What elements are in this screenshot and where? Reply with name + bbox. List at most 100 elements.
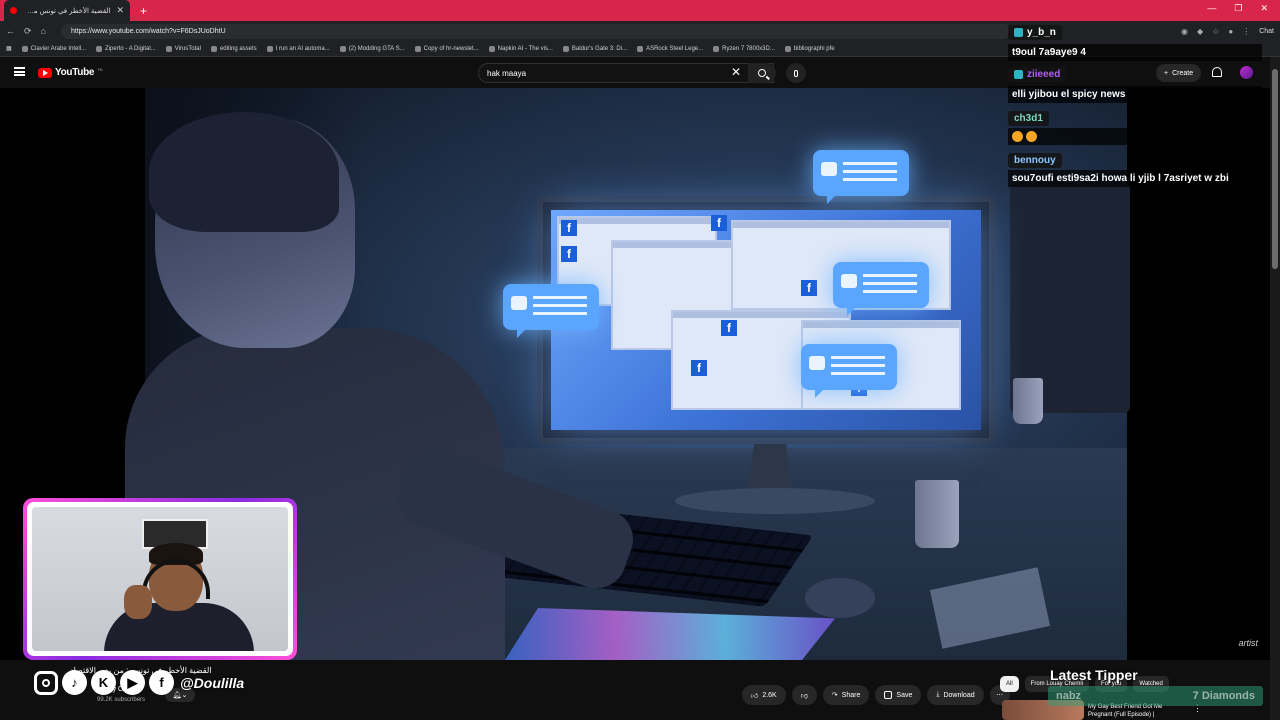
bookmark-label: Ziperto - A Digital... xyxy=(105,45,156,52)
bookmark-favicon-icon xyxy=(210,45,217,52)
chat-text xyxy=(1008,128,1262,146)
more-icon: ⋯ xyxy=(996,692,1004,699)
minimize-icon[interactable]: — xyxy=(1207,3,1216,14)
search-button[interactable] xyxy=(748,63,776,83)
chat-message: bennouy sou7oufi esti9sa2i howa li yjib l… xyxy=(1008,150,1262,188)
share-label: Share xyxy=(841,691,861,699)
bookmark-item[interactable]: VirusTotal xyxy=(165,45,201,52)
bookmark-item[interactable]: Napkin AI - The vis... xyxy=(488,45,553,52)
url-field[interactable]: https://www.youtube.com/watch?v=F6DsJUoD… xyxy=(60,23,1011,39)
social-handle: @Doulilla xyxy=(180,674,245,691)
logo-text: YouTube xyxy=(55,67,95,78)
mic-icon xyxy=(794,69,798,77)
scroll-thumb[interactable] xyxy=(1272,69,1278,269)
kick-icon: K xyxy=(91,670,116,695)
bookmark-favicon-icon xyxy=(637,45,644,52)
browser-tab[interactable]: القضية الأخطر في تونس من ر... ✕ xyxy=(4,0,130,21)
bookmark-item[interactable]: editing assets xyxy=(210,45,257,52)
bookmark-item[interactable]: Baldur's Gate 3: Di... xyxy=(562,45,627,52)
chat-username: ch3d1 xyxy=(1008,111,1049,126)
bookmark-label: Clavier Arabe Intell... xyxy=(30,45,87,52)
bookmark-label: bibliographi pfe xyxy=(793,45,835,52)
bookmark-favicon-icon xyxy=(96,45,103,52)
notification-bubble-icon xyxy=(801,344,897,398)
bookmark-favicon-icon xyxy=(21,45,28,52)
bookmark-item[interactable]: Ziperto - A Digital... xyxy=(96,45,156,52)
bookmark-item[interactable]: Copy of hr-newslet... xyxy=(414,45,479,52)
close-tab-icon[interactable]: ✕ xyxy=(116,5,124,16)
window-controls: — ❐ ✕ xyxy=(1207,3,1268,14)
browser-tabbar: القضية الأخطر في تونس من ر... ✕ + — ❐ ✕ xyxy=(0,0,1280,21)
bookmark-favicon-icon xyxy=(339,45,346,52)
youtube-logo[interactable]: YouTube TN xyxy=(38,67,103,78)
watermark-signature: artist xyxy=(1238,638,1258,648)
chat-badge-icon xyxy=(1014,70,1023,79)
bookmark-item[interactable]: ASRock Steel Lege... xyxy=(637,45,703,52)
voice-search-button[interactable] xyxy=(786,63,806,83)
menu-icon[interactable] xyxy=(14,67,25,76)
bookmark-item[interactable]: Clavier Arabe Intell... xyxy=(21,45,87,52)
chat-username-text: bennouy xyxy=(1014,155,1056,167)
youtube-play-icon xyxy=(38,67,52,78)
new-tab-icon[interactable]: + xyxy=(140,4,147,18)
share-icon: ↷ xyxy=(831,692,838,699)
download-icon: ⤓ xyxy=(936,691,940,698)
chat-bubble-icon xyxy=(503,284,599,338)
webcam-feed xyxy=(32,507,288,651)
download-button[interactable]: ⤓ Download xyxy=(927,685,984,705)
social-links-overlay: ♪ K ▶ f @Doulilla xyxy=(34,670,244,695)
clear-search-icon[interactable]: ✕ xyxy=(731,66,741,78)
monitor-screen: f f f f f f f xyxy=(551,210,981,430)
bookmark-label: I run an AI automa... xyxy=(275,45,330,52)
download-label: Download xyxy=(943,691,975,699)
save-button[interactable]: Save xyxy=(875,685,922,705)
bookmark-item[interactable]: (2) Modding GTA S... xyxy=(339,45,405,52)
like-button[interactable]: 👍︎ 2.6K xyxy=(742,685,786,705)
mouse xyxy=(805,578,875,618)
notification-bubble-icon xyxy=(833,262,929,316)
home-icon[interactable]: ⌂ xyxy=(41,26,46,36)
facebook-icon: f xyxy=(691,360,707,376)
search-icon xyxy=(758,69,766,77)
coffee-cup xyxy=(915,480,959,548)
bookmark-favicon-icon xyxy=(165,45,172,52)
chat-text: sou7oufi esti9sa2i howa li yjib l 7asriy… xyxy=(1008,170,1262,188)
bookmark-label: (2) Modding GTA S... xyxy=(348,45,405,52)
bookmark-item[interactable]: Ryzen 7 7800x3D... xyxy=(713,45,775,52)
dislike-button[interactable]: 👎︎ xyxy=(791,685,817,705)
bookmark-label: Ryzen 7 7800x3D... xyxy=(722,45,775,52)
bookmark-favicon-icon xyxy=(414,45,421,52)
maximize-icon[interactable]: ❐ xyxy=(1234,3,1242,14)
facebook-icon: f xyxy=(561,220,577,236)
back-icon[interactable]: ← xyxy=(6,26,15,36)
youtube-favicon-icon xyxy=(10,7,17,14)
chat-text: t9oul 7a9aye9 4 xyxy=(1008,44,1262,61)
page-scrollbar[interactable] xyxy=(1270,57,1280,720)
monitor-base xyxy=(675,488,875,514)
close-window-icon[interactable]: ✕ xyxy=(1260,3,1268,14)
chat-message: ziieeed elli yjibou el spicy news xyxy=(1008,66,1262,103)
share-button[interactable]: ↷ Share xyxy=(822,685,870,705)
bookmark-favicon-icon xyxy=(713,45,720,52)
filter-chip[interactable]: All xyxy=(1000,676,1019,692)
chat-username-text: ch3d1 xyxy=(1014,113,1043,124)
stream-chat-overlay: y_b_n t9oul 7a9aye9 4 ziieeed elli yjibou e… xyxy=(1008,24,1262,192)
reload-icon[interactable]: ⟳ xyxy=(24,26,32,37)
video-actions: 👍︎ 2.6K 👎︎ ↷ Share Save ⤓ Download ⋯ xyxy=(742,685,1010,705)
tipper-amount: 7 Diamonds xyxy=(1192,690,1255,702)
tiktok-icon: ♪ xyxy=(62,670,87,695)
streamer-hand xyxy=(124,585,152,619)
search-input[interactable]: hak maaya xyxy=(478,63,774,83)
thumbs-up-icon: 👍︎ xyxy=(751,692,759,700)
apps-icon[interactable]: ▦ xyxy=(6,45,12,52)
bookmark-item[interactable]: bibliographi pfe xyxy=(784,45,835,52)
bookmark-favicon-icon xyxy=(562,45,569,52)
person-hair xyxy=(149,112,339,232)
bookmark-label: VirusTotal xyxy=(174,45,201,52)
bookmark-item[interactable]: I run an AI automa... xyxy=(266,45,330,52)
emoji-icon xyxy=(1026,131,1037,142)
coffee-cup xyxy=(1013,378,1043,424)
facebook-icon: f xyxy=(721,320,737,336)
tipper-name: nabz xyxy=(1056,690,1082,702)
chat-username: ziieeed xyxy=(1008,67,1067,82)
